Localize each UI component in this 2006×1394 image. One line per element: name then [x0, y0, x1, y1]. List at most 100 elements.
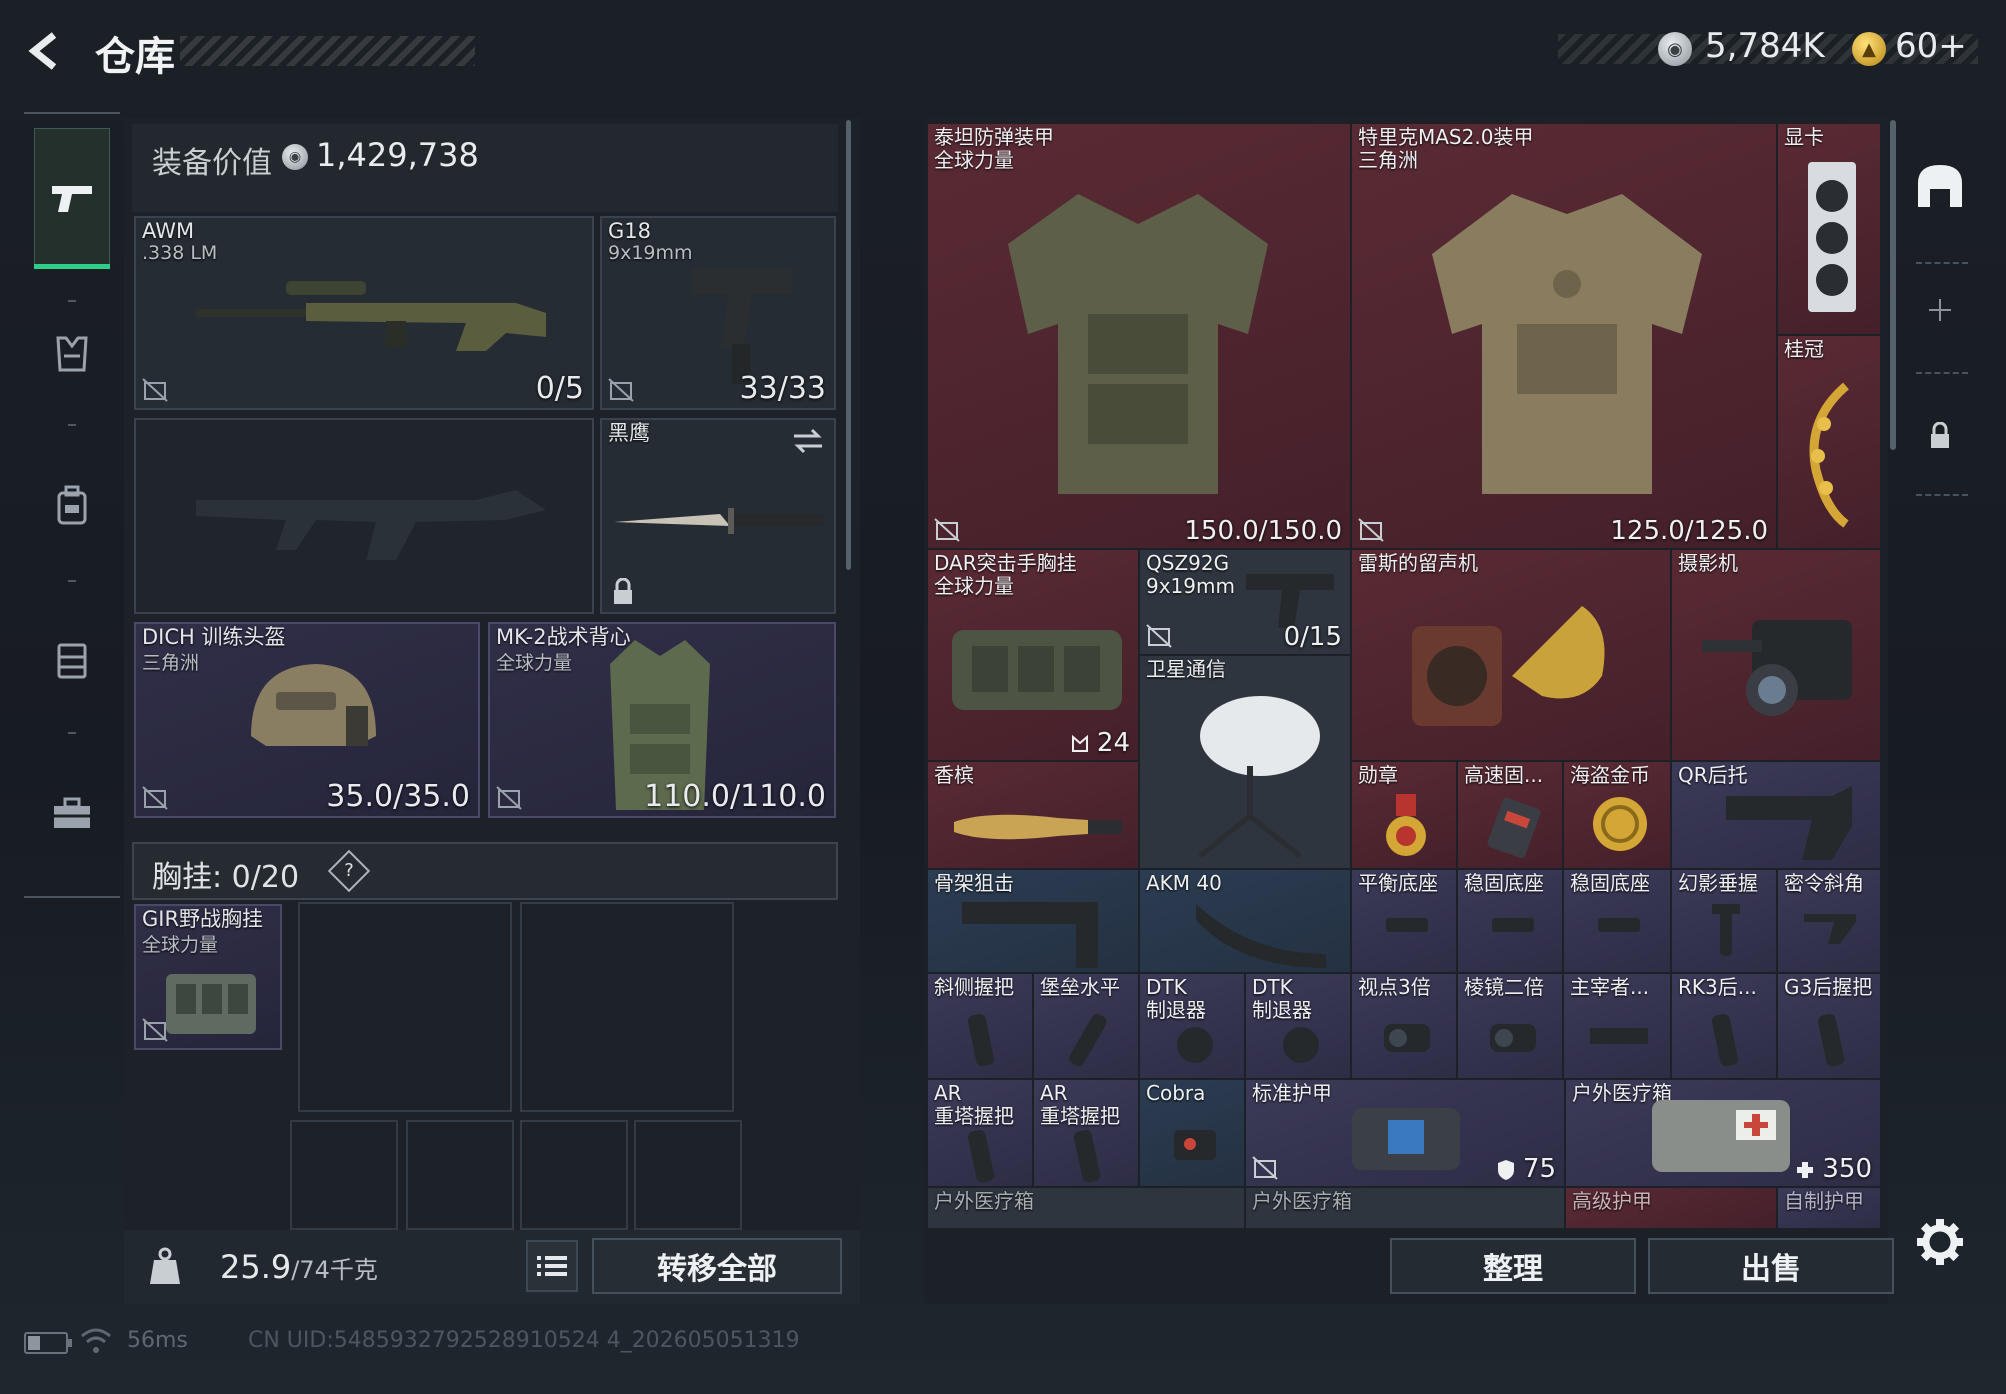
- chest-rig-grid-cell[interactable]: [520, 1120, 628, 1230]
- stash-item-titan-armor[interactable]: 泰坦防弹装甲 全球力量 150.0/150.0: [926, 122, 1352, 550]
- back-button[interactable]: [22, 28, 74, 74]
- stash-item-ssd[interactable]: 高速固...: [1456, 760, 1564, 870]
- helmet-slot[interactable]: DICH 训练头盔 三角洲 35.0/35.0: [134, 622, 480, 818]
- primary-weapon-slot[interactable]: AWM .338 LM 0/5: [134, 216, 594, 410]
- capacity-number: 24: [1096, 728, 1130, 758]
- swap-icon[interactable]: [792, 428, 824, 454]
- stash-item-field-medkit[interactable]: 户外医疗箱 350: [1564, 1078, 1882, 1188]
- stash-item-std-armor-plate[interactable]: 标准护甲 75: [1244, 1078, 1566, 1188]
- stash-item-slant-grip[interactable]: 斜侧握把: [926, 972, 1034, 1080]
- item-label: 平衡底座: [1358, 871, 1438, 895]
- lock-icon: [1931, 422, 1949, 448]
- capacity-value: 24: [1071, 728, 1130, 758]
- stash-item-stable-base-2[interactable]: 稳固底座: [1562, 868, 1672, 974]
- stash-item-phantom-grip[interactable]: 幻影垂握: [1670, 868, 1778, 974]
- stash-item-dtk-2[interactable]: DTK 制退器: [1244, 972, 1352, 1080]
- satellite-dish-image: [1198, 696, 1320, 858]
- gold-amount[interactable]: 60+: [1895, 26, 1967, 66]
- chest-rig-grid-cell[interactable]: [520, 902, 734, 1112]
- back-arrow-icon: [28, 32, 57, 70]
- stash-item-medal[interactable]: 勋章: [1350, 760, 1458, 870]
- stash-item-ar-grip-2[interactable]: AR 重塔握把: [1032, 1078, 1140, 1188]
- item-label: AR 重塔握把: [934, 1081, 1014, 1128]
- slot-item-name: GIR野战胸挂: [142, 907, 264, 931]
- wifi-icon: [81, 1328, 111, 1353]
- stash-home-button[interactable]: [1900, 146, 1980, 226]
- sidebar-item-toolbox[interactable]: [34, 744, 110, 884]
- organize-button[interactable]: 整理: [1390, 1238, 1636, 1294]
- sidebar-item-backpack[interactable]: [34, 436, 110, 576]
- rail-part-image: [1590, 1028, 1648, 1044]
- stash-item-gpu[interactable]: 显卡: [1776, 122, 1882, 336]
- stash-scrollbar[interactable]: [1890, 120, 1896, 450]
- stash-item-adv-armor[interactable]: 高级护甲: [1564, 1186, 1778, 1230]
- stash-item-prism-2x[interactable]: 棱镜二倍: [1456, 972, 1564, 1080]
- grip-image: [1069, 1013, 1107, 1067]
- stash-item-secret-grip[interactable]: 密令斜角: [1776, 868, 1882, 974]
- stash-item-rk3[interactable]: RK3后...: [1670, 972, 1778, 1080]
- stash-item-dtk-1[interactable]: DTK 制退器: [1138, 972, 1246, 1080]
- stash-item-g3-grip[interactable]: G3后握把: [1776, 972, 1882, 1080]
- mount-image: [1598, 918, 1640, 932]
- sidearm-slot[interactable]: G18 9x19mm 33/33: [600, 216, 836, 410]
- sell-button[interactable]: 出售: [1648, 1238, 1894, 1294]
- stash-item-camera[interactable]: 摄影机: [1670, 548, 1882, 762]
- stash-item-mas-armor[interactable]: 特里克MAS2.0装甲 三角洲 125.0/125.0: [1350, 122, 1778, 550]
- stash-item-champagne[interactable]: 香槟: [926, 760, 1140, 870]
- item-label: 主宰者...: [1570, 975, 1650, 999]
- body-armor-image: [1432, 194, 1702, 494]
- medal-image: [1386, 794, 1426, 856]
- stash-item-satcom[interactable]: 卫星通信: [1138, 654, 1352, 870]
- silver-amount[interactable]: 5,784K: [1705, 26, 1825, 66]
- stash-item-skeleton-stock[interactable]: 骨架狙击: [926, 868, 1140, 974]
- transfer-all-button[interactable]: 转移全部: [592, 1238, 842, 1294]
- durability-value: 35.0/35.0: [326, 779, 470, 814]
- equipment-scrollbar[interactable]: [846, 120, 851, 570]
- stash-item-ar-grip-1[interactable]: AR 重塔握把: [926, 1078, 1034, 1188]
- stash-item-balance-base[interactable]: 平衡底座: [1350, 868, 1458, 974]
- chest-rig-grid-cell[interactable]: [298, 902, 512, 1112]
- stash-item-dominator[interactable]: 主宰者...: [1562, 972, 1672, 1080]
- add-stash-button[interactable]: [1900, 270, 1980, 350]
- stash-item-cobra[interactable]: Cobra: [1138, 1078, 1246, 1188]
- chest-rig-grid-cell[interactable]: [290, 1120, 398, 1230]
- slot-item-name: AWM: [142, 219, 195, 243]
- chest-rig-label: 胸挂: 0/20: [152, 852, 299, 896]
- stash-item-qsz92g[interactable]: QSZ92G 9x19mm 0/15: [1138, 548, 1352, 656]
- armor-slot[interactable]: MK-2战术背心 全球力量 110.0/110.0: [488, 622, 836, 818]
- chest-rig-grid-cell[interactable]: [634, 1120, 742, 1230]
- champagne-bottle-image: [954, 814, 1122, 840]
- carry-weight: 25.9/74千克: [220, 1248, 378, 1286]
- angled-grip-image: [1804, 914, 1856, 944]
- sidebar-item-armor[interactable]: [34, 284, 110, 424]
- item-label: DTK 制退器: [1146, 975, 1206, 1022]
- slot-item-caliber: 9x19mm: [608, 242, 693, 264]
- item-label: 显卡: [1784, 125, 1824, 149]
- no-insurance-icon: [608, 378, 634, 402]
- list-view-button[interactable]: [526, 1240, 578, 1292]
- stash-item-medkit-b1[interactable]: 户外医疗箱: [926, 1186, 1246, 1230]
- stash-item-dar-rig[interactable]: DAR突击手胸挂 全球力量 24: [926, 548, 1140, 762]
- stash-item-akm40[interactable]: AKM 40: [1138, 868, 1352, 974]
- stash-item-laurel[interactable]: 桂冠: [1776, 334, 1882, 550]
- grip-image: [1711, 1014, 1739, 1067]
- stash-item-gramophone[interactable]: 雷斯的留声机: [1350, 548, 1672, 762]
- sidebar-item-chest-rig[interactable]: [34, 590, 110, 730]
- melee-slot[interactable]: 黑鹰: [600, 418, 836, 614]
- chest-rig-slot[interactable]: GIR野战胸挂 全球力量: [134, 904, 282, 1050]
- ammo-count: 33/33: [739, 371, 826, 406]
- lock-stash-button[interactable]: [1900, 396, 1980, 476]
- stash-item-medkit-b2[interactable]: 户外医疗箱: [1244, 1186, 1566, 1230]
- stash-item-bastion-grip[interactable]: 堡垒水平: [1032, 972, 1140, 1080]
- stash-item-qr-stock[interactable]: QR后托: [1670, 760, 1882, 870]
- stash-item-stable-base-1[interactable]: 稳固底座: [1456, 868, 1564, 974]
- stash-item-scope-3x[interactable]: 视点3倍: [1350, 972, 1458, 1080]
- armor-value: 75: [1497, 1154, 1556, 1184]
- gear-icon[interactable]: [1916, 1218, 1964, 1266]
- secondary-weapon-slot[interactable]: [134, 418, 594, 614]
- stash-item-pirate-coin[interactable]: 海盗金币: [1562, 760, 1672, 870]
- chest-rig-grid-cell[interactable]: [406, 1120, 514, 1230]
- stash-item-self-armor[interactable]: 自制护甲: [1776, 1186, 1882, 1230]
- sidebar-item-weapons[interactable]: [34, 128, 110, 268]
- equipment-value-label: 装备价值: [152, 146, 272, 181]
